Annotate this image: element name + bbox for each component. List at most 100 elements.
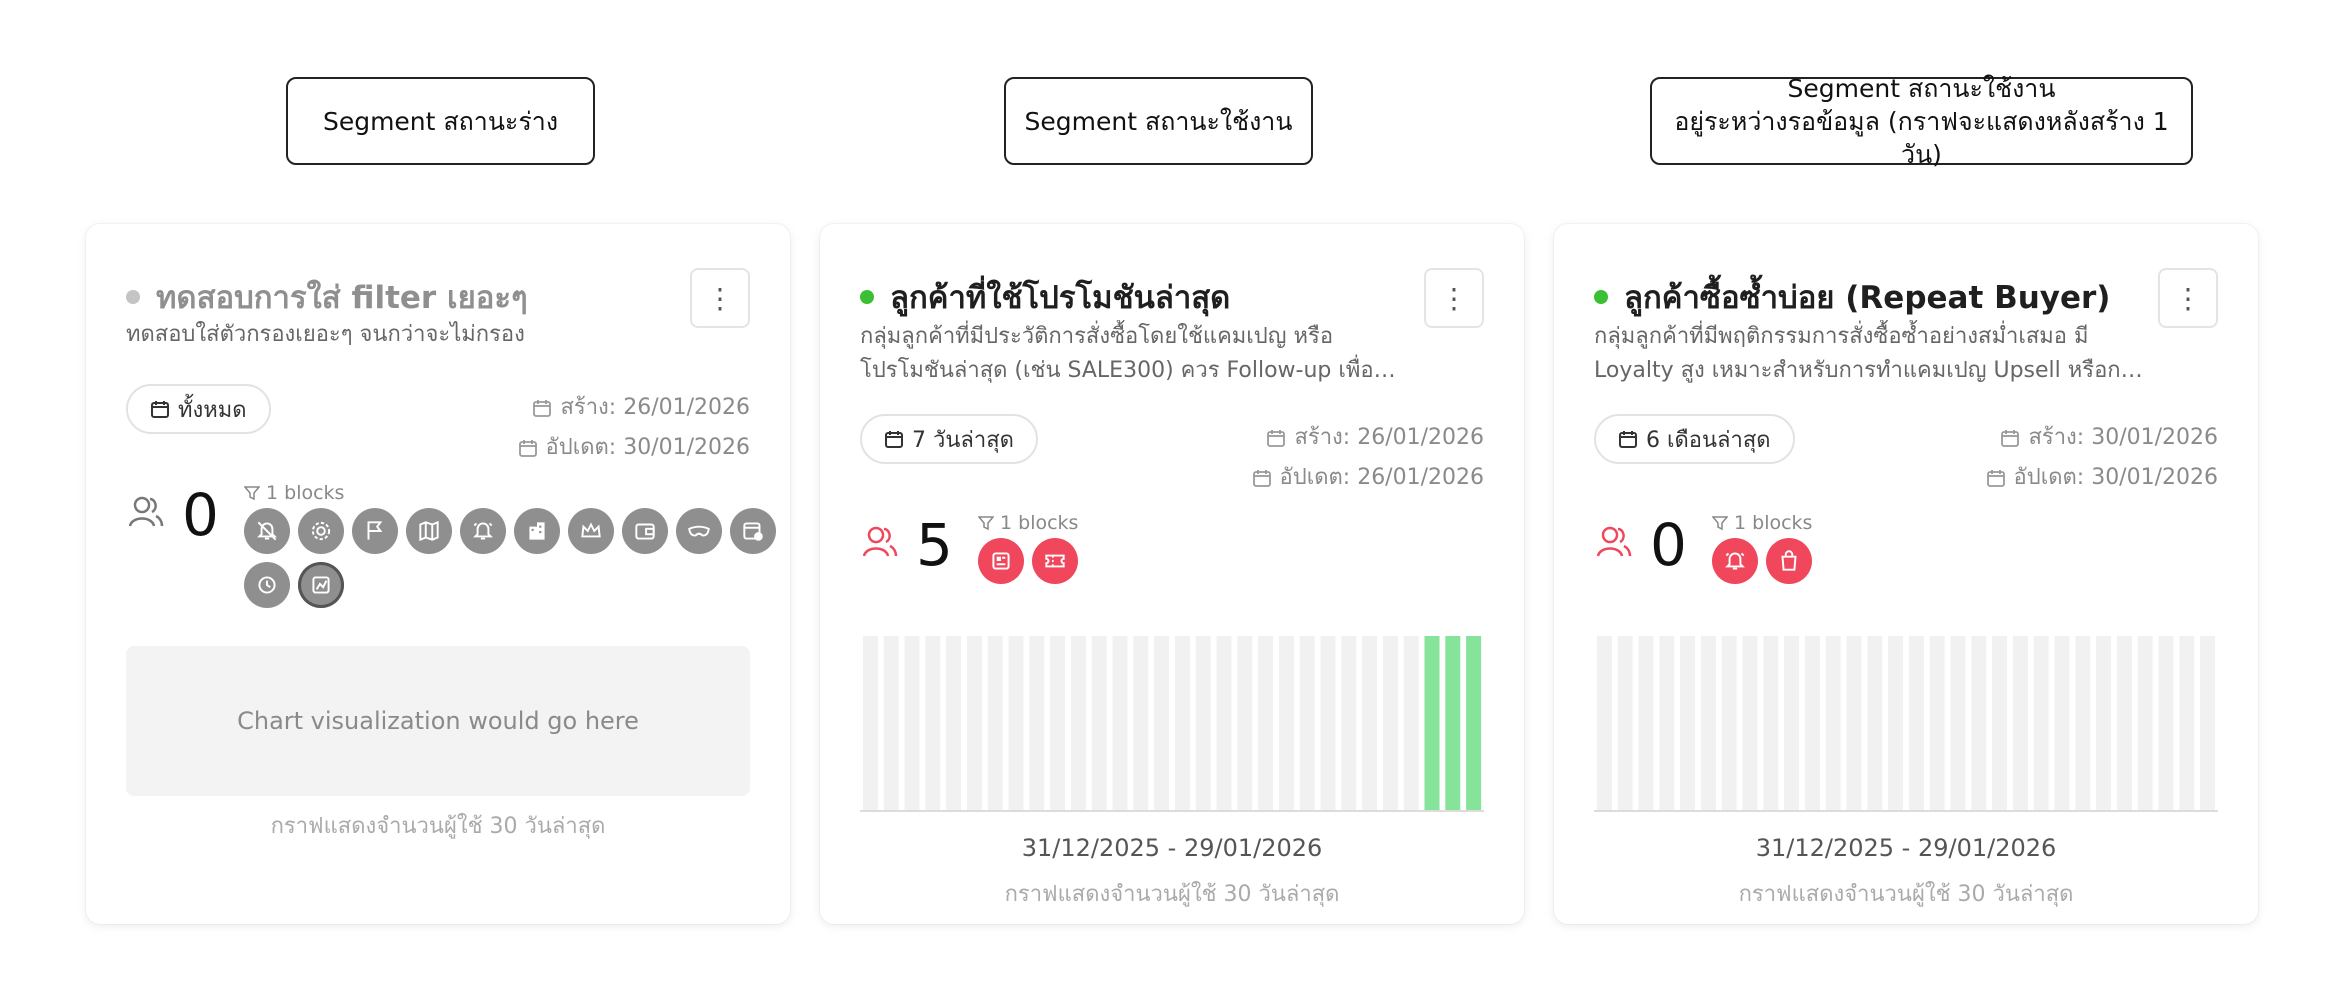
calendar-icon [1252,470,1271,487]
calendar-icon [151,401,169,418]
more-options-button[interactable]: ⋮ [1424,268,1484,328]
chart-bar-track [1617,636,1633,810]
chart-bar-track [987,636,1003,810]
card-description: ทดสอบใส่ตัวกรองเยอะๆ จนกว่าจะไม่กรอง [126,318,686,352]
building-icon[interactable] [514,508,560,554]
chart-bar-track [1742,636,1758,810]
card-dates: สร้าง: 26/01/2026 อัปเดต: 26/01/2026 [1252,418,1484,498]
chart-bar-track [1950,636,1966,810]
status-dot [860,290,874,304]
user-count-value: 5 [916,511,953,579]
map-icon[interactable] [406,508,452,554]
users-icon [1596,526,1632,557]
chart-box-icon[interactable] [298,562,344,608]
chart-bar-track [2075,636,2091,810]
chart-bar-track [1112,636,1128,810]
chart-bar-track [1216,636,1232,810]
block-icon-list [244,508,804,616]
chart-bar-track [1596,636,1612,810]
settings-cog-icon[interactable] [298,508,344,554]
chart-caption: กราฟแสดงจำนวนผู้ใช้ 30 วันล่าสุด [1004,882,1340,907]
chart-bar-track [1154,636,1170,810]
calendar-icon [885,431,903,448]
profile-card-icon[interactable] [978,538,1024,584]
chart-bar-track [1133,636,1149,810]
chart-bar-track [2033,636,2049,810]
filter-icon [1712,516,1728,531]
card-description-text: กลุ่มลูกค้าที่มีประวัติการสั่งซื้อโดยใช้… [860,324,1374,383]
blocks-count: 1 blocks [1734,512,1813,534]
kebab-icon: ⋮ [2174,281,2202,315]
created-date: สร้าง: 30/01/2026 [2028,425,2218,450]
created-date: สร้าง: 26/01/2026 [560,395,750,420]
card-title-row: ทดสอบการใส่ filter เยอะๆ [126,272,528,322]
updated-date: อัปเดต: 30/01/2026 [545,435,750,460]
period-label: 7 วันล่าสุด [912,427,1014,453]
chart-bar-track [1721,636,1737,810]
card-title: ลูกค้าซื้อซ้ำบ่อย (Repeat Buyer) [1624,280,2111,316]
block-icon-list [978,538,1538,592]
bell-off-icon[interactable] [244,508,290,554]
chart-bar-track [2096,636,2112,810]
chart-bar-track [2137,636,2153,810]
history-icon[interactable] [244,562,290,608]
filter-blocks: 1 blocks [978,510,1538,592]
calendar-icon [533,400,552,417]
user-count: 0 [126,484,222,546]
more-options-button[interactable]: ⋮ [690,268,750,328]
ticket-icon[interactable] [1032,538,1078,584]
wallet-icon[interactable] [622,508,668,554]
chart-baseline [1594,810,2218,812]
status-note-active: Segment สถานะใช้งาน [1004,77,1313,165]
note-line: อยู่ระหว่างรอข้อมูล (กราฟจะแสดงหลังสร้าง… [1674,106,2169,169]
chart-bar-track [1804,636,1820,810]
segment-card-draft[interactable]: ทดสอบการใส่ filter เยอะๆ ⋮ ทดสอบใส่ตัวกร… [86,224,790,924]
chart-bar-track [1680,636,1696,810]
alarm-bell-icon[interactable] [1712,538,1758,584]
chart-bar-track [1008,636,1024,810]
card-title-row: ลูกค้าซื้อซ้ำบ่อย (Repeat Buyer) [1594,272,2110,322]
segment-card-pending[interactable]: ลูกค้าซื้อซ้ำบ่อย (Repeat Buyer) ⋮ กลุ่ม… [1554,224,2258,924]
period-filter-button[interactable]: 7 วันล่าสุด [860,414,1038,464]
created-date: สร้าง: 26/01/2026 [1294,425,1484,450]
chart-bar-track [1195,636,1211,810]
card-dates: สร้าง: 26/01/2026 อัปเดต: 30/01/2026 [518,388,750,468]
chart-bar-track [1825,636,1841,810]
calendar-icon [2001,430,2020,447]
status-dot [1594,290,1608,304]
chart-bar-track [862,636,878,810]
chart-bar-track [883,636,899,810]
chart-bar-track [1784,636,1800,810]
period-label: ทั้งหมด [178,397,247,423]
period-filter-button[interactable]: ทั้งหมด [126,384,271,434]
chart-bar-track [1867,636,1883,810]
chart-bar[interactable] [1424,636,1440,810]
chart-bar-track [2116,636,2132,810]
filter-blocks: 1 blocks [1712,510,2272,592]
calendar-clock-icon[interactable] [730,508,776,554]
status-dot [126,290,140,304]
blocks-count: 1 blocks [266,482,345,504]
chart-caption: กราฟแสดงจำนวนผู้ใช้ 30 วันล่าสุด [1738,882,2074,907]
chart-bar-track [1278,636,1294,810]
chart-bar-track [1638,636,1654,810]
chart-bar-track [2200,636,2216,810]
chart-bar-track [1174,636,1190,810]
crown-icon[interactable] [568,508,614,554]
flag-icon[interactable] [352,508,398,554]
users-icon [128,496,164,527]
user-count-chart [862,636,1482,810]
note-line: Segment สถานะร่าง [322,106,559,136]
period-filter-button[interactable]: 6 เดือนล่าสุด [1594,414,1795,464]
alarm-bell-icon[interactable] [460,508,506,554]
kebab-icon: ⋮ [706,281,734,315]
shopping-bag-icon[interactable] [1766,538,1812,584]
chart-bar[interactable] [1445,636,1461,810]
more-options-button[interactable]: ⋮ [2158,268,2218,328]
chart-bar-track [1070,636,1086,810]
chart-date-range: 31/12/2025 - 29/01/2026 [1755,834,2057,862]
segment-card-active[interactable]: ลูกค้าที่ใช้โปรโมชันล่าสุด ⋮ กลุ่มลูกค้า… [820,224,1524,924]
chart-bar-track [966,636,982,810]
chart-bar[interactable] [1466,636,1482,810]
mask-icon[interactable] [676,508,722,554]
